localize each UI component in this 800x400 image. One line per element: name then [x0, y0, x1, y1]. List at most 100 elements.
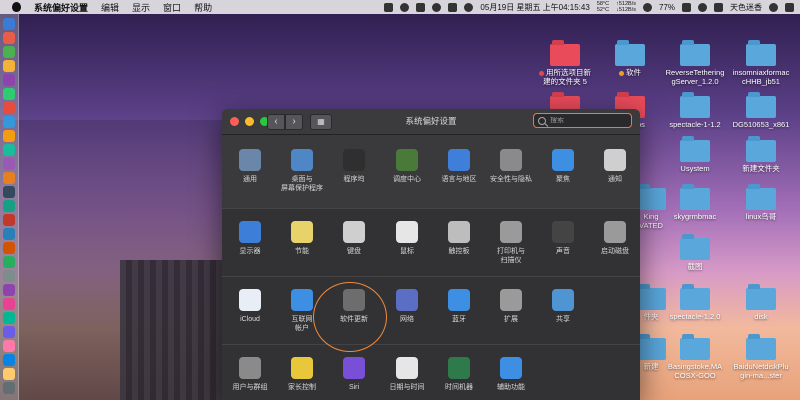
wifi-icon[interactable] [642, 2, 652, 12]
dock-app-icon[interactable] [3, 60, 15, 72]
dock-app-icon[interactable] [3, 214, 15, 226]
dock-app-icon[interactable] [3, 88, 15, 100]
pref-trackpad[interactable]: 触控板 [433, 221, 485, 256]
desktop-folder[interactable]: disk [726, 284, 796, 321]
dock-app-icon[interactable] [3, 242, 15, 254]
desktop-folder[interactable]: insomniaxformac cHHB_jb51 [726, 40, 796, 86]
dock-app-icon[interactable] [3, 298, 15, 310]
dock-app-icon[interactable] [3, 130, 15, 142]
menu-help[interactable]: 帮助 [194, 1, 212, 14]
users-icon [239, 357, 261, 379]
pref-accessibility[interactable]: 辅助功能 [485, 357, 537, 392]
pref-bluetooth[interactable]: 蓝牙 [433, 289, 485, 324]
status-icon-3[interactable] [416, 2, 426, 12]
pref-parental[interactable]: 家长控制 [276, 357, 328, 392]
pref-energy[interactable]: 节能 [276, 221, 328, 256]
desktop-folder[interactable]: BaiduNetdiskPlu gin-ma...ster [726, 334, 796, 380]
menu-view[interactable]: 显示 [132, 1, 150, 14]
dock-app-icon[interactable] [3, 18, 15, 30]
desktop-folder[interactable]: 截图 [660, 234, 730, 271]
dock-app-icon[interactable] [3, 354, 15, 366]
pref-mission-control[interactable]: 调度中心 [381, 149, 433, 184]
pref-section-2: 显示器 节能 键盘 鼠标 触控板 打印机与 扫描仪 声音 启动磁盘 [222, 209, 640, 277]
dock-app-icon[interactable] [3, 200, 15, 212]
dock-app-icon[interactable] [3, 340, 15, 352]
search-input[interactable] [550, 117, 620, 124]
desktop-folder[interactable]: linux鸟哥 [726, 184, 796, 221]
pref-language[interactable]: 语言与地区 [433, 149, 485, 184]
pref-network[interactable]: 网络 [381, 289, 433, 324]
dock-app-icon[interactable] [3, 32, 15, 44]
dock-app-icon[interactable] [3, 74, 15, 86]
pref-sharing[interactable]: 共享 [537, 289, 589, 324]
dock-app-icon[interactable] [3, 116, 15, 128]
desktop-folder-label: 用所选项目新 建的文件夹 5 [530, 68, 600, 86]
dock-app-icon[interactable] [3, 158, 15, 170]
desktop-folder[interactable]: DG510653_x861 [726, 92, 796, 129]
dock-app-icon[interactable] [3, 186, 15, 198]
pref-notifications[interactable]: 通知 [589, 149, 640, 184]
menubar-user[interactable]: 天色迷香 [730, 2, 762, 13]
menubar-datetime[interactable]: 05月19日 星期五 上午04:15:43 [480, 2, 589, 13]
pref-label: 调度中心 [393, 176, 421, 183]
notification-center-icon[interactable] [785, 2, 794, 12]
folder-icon [636, 284, 666, 310]
apple-menu-icon[interactable] [12, 2, 21, 12]
battery-percent[interactable]: 77% [659, 3, 675, 12]
pref-icloud[interactable]: iCloud [224, 289, 276, 324]
input-method-icon[interactable] [714, 2, 723, 12]
status-icon-4[interactable] [432, 2, 442, 12]
pref-general[interactable]: 通用 [224, 149, 276, 184]
pref-label: 声音 [556, 248, 570, 255]
dock-app-icon[interactable] [3, 270, 15, 282]
desktop-folder-label: 截图 [687, 262, 703, 271]
dock-app-icon[interactable] [3, 312, 15, 324]
status-icon-2[interactable] [400, 2, 410, 12]
battery-icon[interactable] [682, 2, 691, 12]
dock-app-icon[interactable] [3, 228, 15, 240]
spotlight-menu-icon[interactable] [769, 2, 778, 12]
pref-printer[interactable]: 打印机与 扫描仪 [485, 221, 537, 265]
search-field[interactable] [533, 113, 632, 128]
dock-app-icon[interactable] [3, 256, 15, 268]
pref-label: 扩展 [504, 316, 518, 323]
dock-app-icon[interactable] [3, 102, 15, 114]
pref-dock[interactable]: 程序坞 [328, 149, 380, 184]
pref-label: 家长控制 [288, 384, 316, 391]
pref-siri[interactable]: Siri [328, 357, 380, 392]
pref-extensions[interactable]: 扩展 [485, 289, 537, 324]
menu-app-name[interactable]: 系统偏好设置 [34, 1, 88, 14]
dock-app-icon[interactable] [3, 382, 15, 394]
dock-app-icon[interactable] [3, 172, 15, 184]
dock-app-icon[interactable] [3, 284, 15, 296]
dock-app-icon[interactable] [3, 46, 15, 58]
pref-display[interactable]: 显示器 [224, 221, 276, 256]
pref-label: Siri [348, 384, 360, 391]
desktop-folder[interactable]: 用所选项目新 建的文件夹 5 [530, 40, 600, 86]
status-icon-1[interactable] [384, 2, 394, 12]
desktop-folder[interactable]: spectacle-1-1.2 [660, 92, 730, 129]
desktop-folder[interactable]: 新建文件夹 [726, 136, 796, 173]
dock-app-icon[interactable] [3, 368, 15, 380]
status-icon-6[interactable] [464, 2, 474, 12]
pref-mouse[interactable]: 鼠标 [381, 221, 433, 256]
extensions-icon [500, 289, 522, 311]
pref-users[interactable]: 用户与群组 [224, 357, 276, 392]
pref-keyboard[interactable]: 键盘 [328, 221, 380, 256]
dock-app-icon[interactable] [3, 144, 15, 156]
menu-edit[interactable]: 编辑 [101, 1, 119, 14]
pref-time-machine[interactable]: 时间机器 [433, 357, 485, 392]
dock-app-icon[interactable] [3, 326, 15, 338]
desktop-folder[interactable]: 软件 [595, 40, 665, 77]
pref-startup-disk[interactable]: 启动磁盘 [589, 221, 640, 256]
bluetooth-menu-icon[interactable] [698, 2, 707, 12]
pref-sound[interactable]: 声音 [537, 221, 589, 256]
desktop-folder[interactable]: ReverseTethering gServer_1.2.0 [660, 40, 730, 86]
pref-security[interactable]: 安全性与隐私 [485, 149, 537, 184]
desktop-folder[interactable]: Usystem [660, 136, 730, 173]
pref-desktop[interactable]: 桌面与 屏幕保护程序 [276, 149, 328, 193]
pref-spotlight[interactable]: 聚焦 [537, 149, 589, 184]
menu-window[interactable]: 窗口 [163, 1, 181, 14]
status-icon-5[interactable] [448, 2, 458, 12]
pref-date-time[interactable]: 日期与时间 [381, 357, 433, 392]
